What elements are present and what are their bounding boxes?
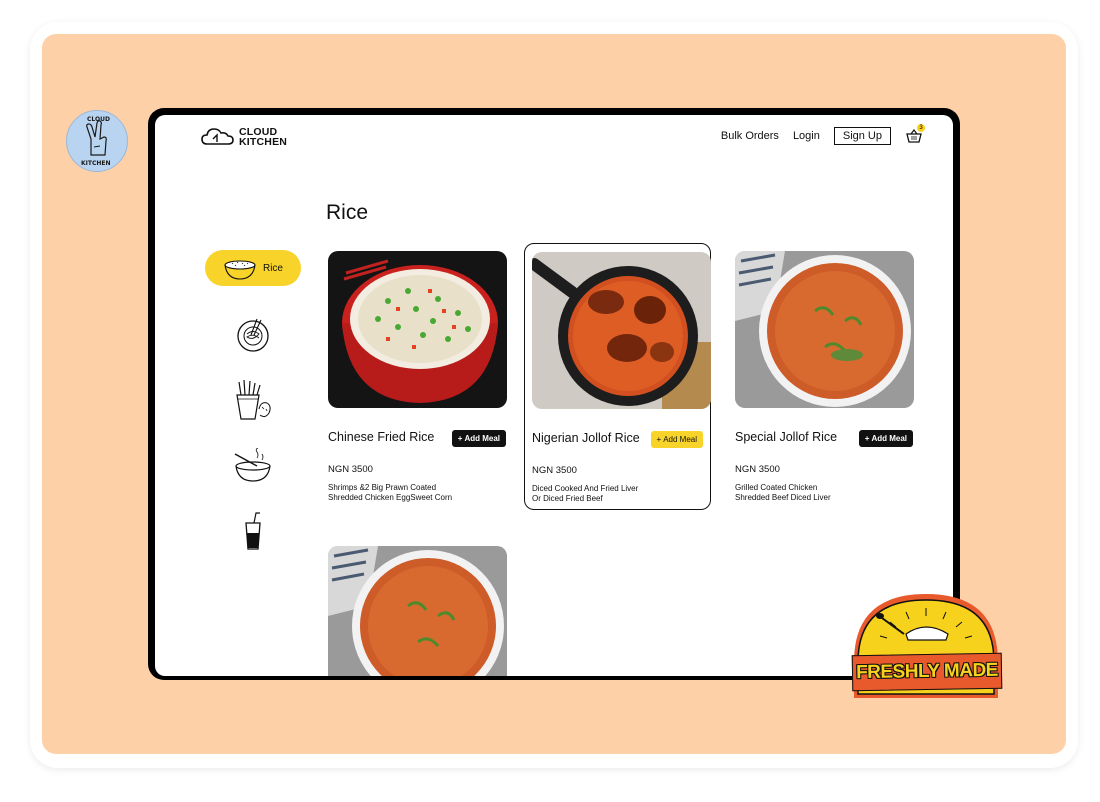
nigerian-jollof-rice-image [532,252,711,409]
noodle-plate-icon [237,318,269,352]
badge-text-top: CLOUD [87,116,110,123]
cart-count-badge: 3 [917,124,925,132]
drink-cup-icon [245,512,261,550]
meal-title: Chinese Fried Rice [328,430,435,444]
freshly-made-sticker: FRESHLY MADE [846,590,1006,705]
page-title: Rice [326,201,369,224]
chinese-fried-rice-image [328,251,507,408]
special-jollof-rice-image [735,251,914,408]
soup-bowl-icon [234,448,271,482]
plus-icon: + [656,435,662,444]
category-soup[interactable] [205,445,301,487]
logo-line2: KITCHEN [239,136,288,148]
fries-icon [236,379,271,420]
meal-description: Diced Cooked And Fried Liver Or Diced Fr… [532,484,639,503]
meal-card-chinese-fried-rice[interactable]: Chinese Fried Rice + Add Meal NGN 3500 S… [324,243,509,508]
freshly-made-text: FRESHLY MADE [855,659,999,684]
category-sides[interactable] [205,377,301,423]
add-meal-button[interactable]: + Add Meal [858,430,913,447]
app-screen: CLOUD KITCHEN Bulk Orders Login Sign Up … [155,115,953,676]
add-meal-button[interactable]: + Add Meal [650,431,703,448]
meal-price: NGN 3500 [735,464,780,475]
category-rice[interactable]: Rice [205,250,301,286]
category-drinks[interactable] [205,509,301,553]
meal-price: NGN 3500 [328,464,373,475]
signup-button[interactable]: Sign Up [833,127,891,145]
category-noodles[interactable] [205,313,301,357]
cloud-logo-icon [201,128,234,145]
plus-icon: + [864,434,870,443]
cloud-kitchen-badge: CLOUD KITCHEN [66,110,128,172]
meal-price: NGN 3500 [532,465,577,476]
add-meal-button[interactable]: + Add Meal [451,430,506,447]
plus-icon: + [457,434,463,443]
meal-title: Nigerian Jollof Rice [532,431,640,445]
bulk-orders-link[interactable]: Bulk Orders [721,130,779,142]
logo[interactable]: CLOUD KITCHEN [201,126,287,148]
cart-button[interactable]: 3 [905,124,925,144]
login-link[interactable]: Login [793,130,820,142]
meal-card-special-jollof-rice[interactable]: Special Jollof Rice + Add Meal NGN 3500 … [731,243,916,508]
category-rice-label: Rice [262,262,283,274]
meal-card-nigerian-jollof-rice[interactable]: Nigerian Jollof Rice + Add Meal NGN 3500… [524,243,711,510]
meal-title: Special Jollof Rice [735,430,838,444]
meal-description: Grilled Coated Chicken Shredded Beef Dic… [735,483,831,502]
meal-card-partial-image[interactable] [328,546,507,676]
meal-description: Shrimps &2 Big Prawn Coated Shredded Chi… [328,483,453,502]
top-nav: Bulk Orders Login Sign Up 3 [721,124,925,145]
rice-bowl-icon [224,260,256,280]
badge-text-bottom: KITCHEN [81,160,111,167]
